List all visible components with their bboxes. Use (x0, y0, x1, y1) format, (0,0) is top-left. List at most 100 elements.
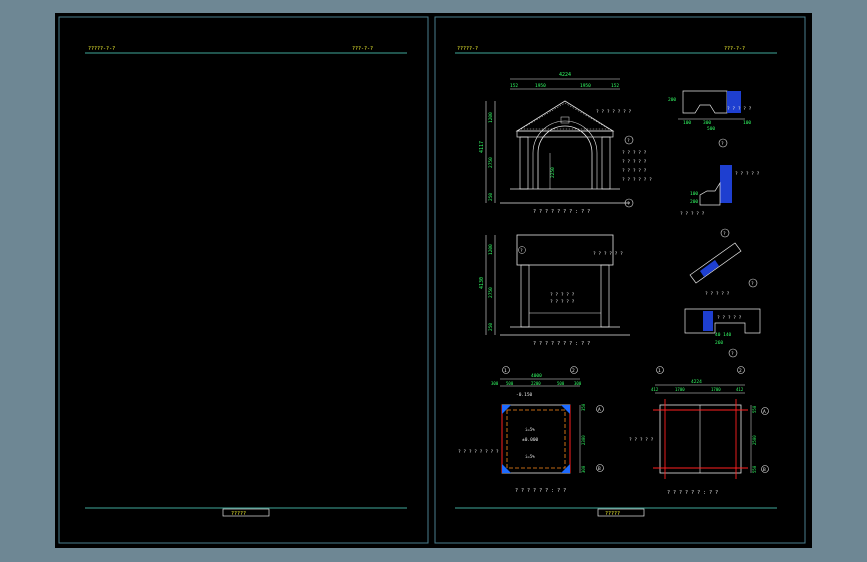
left-header-right: ???-?-? (352, 46, 373, 52)
plan-left-axis-label: 2 (572, 368, 575, 374)
detail-3-callout: ? ? ? ? ? (705, 291, 730, 297)
plan-left-caption: ? ? ? ? ? ? : ? ? (515, 488, 566, 494)
detail-2-hatch (720, 165, 732, 203)
plan-left-dim-part: 300 (574, 381, 582, 386)
front-elevation-caption: ? ? ? ? ? ? ? : ? ? (533, 209, 590, 215)
side-dim-height: 2750 (488, 287, 494, 298)
side-dim-height-total: 4130 (479, 277, 485, 289)
detail-2-callout: ? ? ? ? ? (680, 211, 705, 217)
detail-4-hatch (703, 311, 713, 331)
plan-left-column-sw (502, 464, 511, 473)
plan-left-mark: i=5% (525, 454, 535, 459)
front-callout: ? ? ? ? ? ? ? (596, 109, 632, 115)
plan-left-axis-side-label: B (598, 466, 601, 472)
right-header-right: ???-?-? (724, 46, 745, 52)
front-callout: ? ? ? ? ? (622, 168, 647, 174)
plan-right-axis-side-label: B (763, 467, 766, 473)
detail-4-marker-label: ? (731, 351, 734, 357)
plan-left-column-nw (502, 405, 511, 414)
front-pediment-dentils (520, 102, 610, 130)
front-dim-part: 1950 (535, 83, 546, 89)
side-callout: ? ? ? ? ? ? (593, 251, 623, 257)
side-column-right (600, 264, 610, 328)
detail-1-dim: 200 (668, 97, 676, 103)
detail-1-dim: 300 (703, 120, 711, 126)
detail-3-marker-label: ? (751, 281, 754, 287)
plan-left-dim-side: 300 (581, 465, 586, 473)
plan-left-mark: i=5% (525, 427, 535, 432)
detail-2-callout: ? ? ? ? ? (735, 171, 760, 177)
front-dim-part: 1950 (580, 83, 591, 89)
detail-2-dim: 100 (690, 191, 698, 197)
plan-left-dim-part: 500 (557, 381, 565, 386)
front-callout: ? ? ? ? ? (622, 159, 647, 165)
detail-4-dim: 40 140 (715, 332, 732, 338)
detail-1-callout: ? ? ? ? ? (727, 106, 752, 112)
front-detail-marker-label: ? (627, 201, 630, 207)
front-callout: ? ? ? ? ? (622, 150, 647, 156)
plan-left-column-ne (561, 405, 570, 414)
plan-left: 1 2 4000 300 500 2200 500 300 -0.150 i=5… (458, 366, 604, 494)
plan-left-dim-part: 300 (491, 381, 499, 386)
front-dim-part: 152 (611, 83, 619, 89)
plan-right-axis-label: 1 (658, 368, 661, 374)
plan-left-axis-label: 1 (504, 368, 507, 374)
plan-left-axis-side-label: A (598, 407, 601, 413)
detail-2-marker-label: ? (723, 231, 726, 237)
plan-right-dim-side: 550 (752, 465, 757, 473)
front-dim-height: 1200 (488, 112, 494, 123)
side-entablature-block (516, 234, 614, 266)
side-callout: ? ? ? ? ? (550, 299, 575, 305)
side-elevation: 4130 1200 2750 250 ? ? ? ? ? ? ? ? ? ? ?… (479, 234, 630, 347)
detail-4-profile (684, 308, 761, 334)
plan-right-dim-total: 4224 (691, 379, 702, 385)
front-column-right (601, 136, 611, 190)
plan-right-callout: ? ? ? ? ? (629, 437, 654, 443)
detail-3: ? ? ? ? ? ? (689, 242, 758, 297)
right-sheet-frame (434, 16, 806, 544)
plan-left-dim-part: 500 (506, 381, 514, 386)
plan-right-outline (659, 404, 742, 474)
plan-left-level: -0.150 (516, 392, 533, 398)
plan-right-dim-side: 2500 (752, 435, 757, 445)
right-title-block-text: ????? (605, 511, 620, 517)
left-header-left: ?????-?-? (88, 46, 115, 52)
cad-drawing: ?????-?-? ???-?-? ????? ?????-? ???-?-? … (58, 16, 806, 544)
plan-right-caption: ? ? ? ? ? ? : ? ? (667, 490, 718, 496)
side-marker-label: ? (520, 248, 523, 254)
cad-drawing-canvas[interactable]: ?????-?-? ???-?-? ????? ?????-? ???-?-? … (55, 13, 812, 548)
front-dim-total: 4224 (559, 72, 571, 78)
front-detail-marker-label: ? (627, 138, 630, 144)
front-column-left (519, 136, 529, 190)
detail-1: 200 100 300 100 500 ? ? ? ? ? ? (668, 90, 752, 148)
plan-right-dim-part: 1700 (675, 387, 685, 392)
detail-1-marker-label: ? (721, 141, 724, 147)
plan-right: 1 2 4224 412 1700 1700 412 ? ? ? ? ? 550… (629, 366, 769, 496)
side-dim-height: 1200 (488, 244, 494, 255)
front-pediment (515, 100, 615, 132)
detail-2: 100 200 ? ? ? ? ? ? ? ? ? ? ? (680, 165, 760, 238)
detail-4: 260 40 140 ? ? ? ? ? ? (684, 308, 761, 358)
detail-1-profile (682, 90, 728, 114)
front-dim-height: 250 (488, 193, 494, 201)
front-dim-height-total: 4117 (479, 141, 485, 153)
plan-left-column-se (561, 464, 570, 473)
right-sheet: ?????-? ???-?-? ????? 4224 152 1950 1950… (434, 16, 806, 544)
side-column-left (520, 264, 530, 328)
front-entablature (516, 130, 614, 138)
side-elevation-caption: ? ? ? ? ? ? ? : ? ? (533, 341, 590, 347)
plan-right-dim-part: 1700 (711, 387, 721, 392)
plan-right-axis-side-label: A (763, 409, 766, 415)
plan-right-dim-side: 550 (752, 405, 757, 413)
front-callout: ? ? ? ? ? ? (622, 177, 652, 183)
plan-left-note: ? ? ? ? ? ? ? ? (458, 449, 499, 455)
detail-4-callout: ? ? ? ? ? (717, 315, 742, 321)
detail-1-dim: 100 (743, 120, 751, 126)
plan-left-level-center: ±0.000 (522, 437, 539, 443)
plan-left-dim-part: 2200 (531, 381, 541, 386)
detail-2-profile (699, 181, 721, 206)
front-arch-opening (537, 125, 593, 189)
plan-left-dim-total: 4000 (531, 373, 542, 379)
detail-4-dim: 260 (715, 340, 723, 346)
front-dim-height: 2750 (488, 157, 494, 168)
